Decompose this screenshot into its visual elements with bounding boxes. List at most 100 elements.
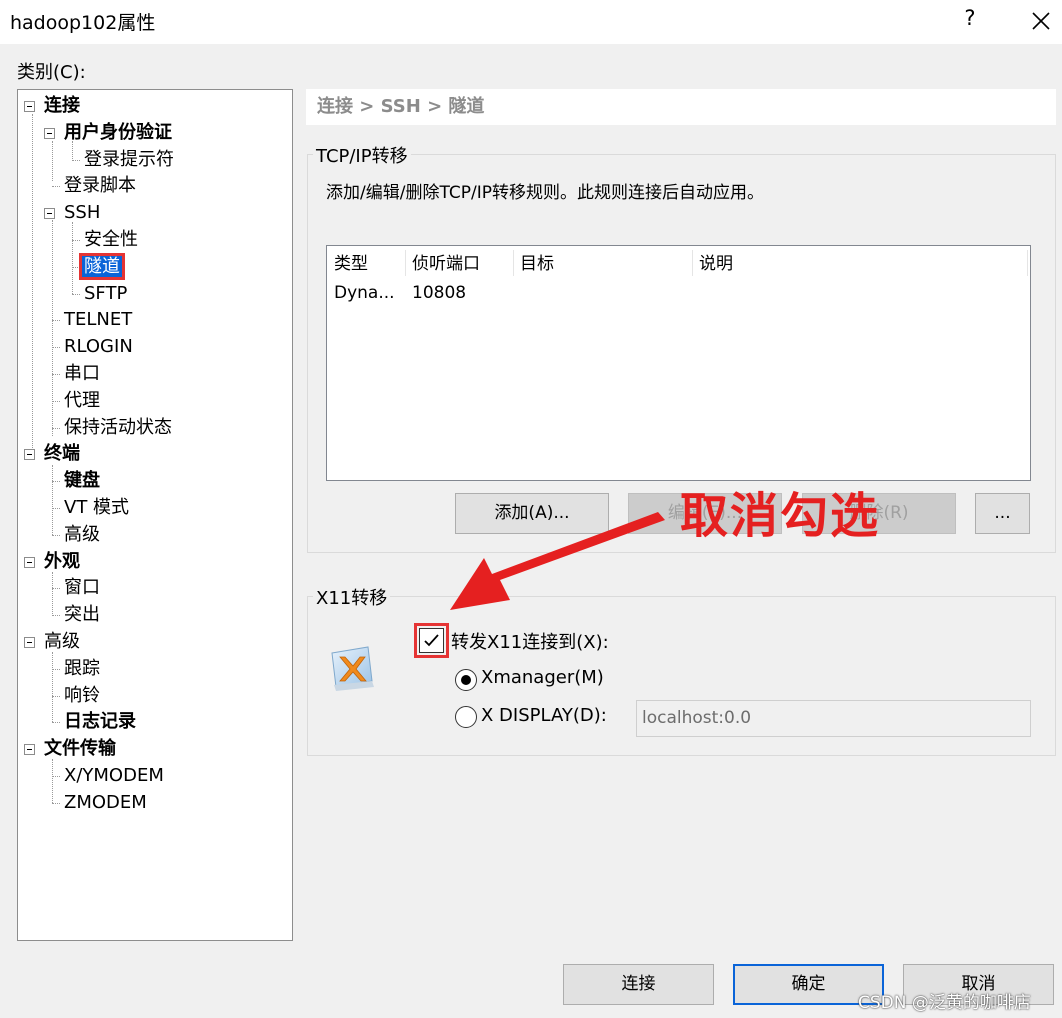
tree-line — [52, 652, 53, 722]
tree-item-label: SFTP — [84, 282, 128, 304]
tree-line — [52, 427, 60, 429]
tree-item-label: 保持活动状态 — [64, 416, 172, 438]
tree-item[interactable]: 用户身份验证 — [62, 120, 174, 146]
tree-item[interactable]: 安全性 — [82, 227, 140, 253]
tree-item-label: 登录提示符 — [84, 148, 174, 170]
tree-collapse-icon[interactable] — [24, 449, 35, 461]
tree-line — [52, 508, 60, 509]
tree-line — [72, 240, 80, 241]
tree-line — [52, 572, 53, 616]
tunnel-rules-list[interactable]: 类型 侦听端口 目标 说明 Dyna... 10808 — [326, 245, 1031, 481]
title-bar: hadoop102属性 ? — [0, 0, 1062, 44]
tree-item-label: 连接 — [44, 95, 80, 116]
tree-item[interactable]: 串口 — [62, 361, 102, 387]
category-label: 类别(C): — [17, 62, 86, 83]
tree-collapse-icon[interactable] — [44, 127, 55, 139]
table-cell-listen-port[interactable]: 10808 — [412, 280, 466, 306]
tree-item-label: 终端 — [44, 443, 80, 465]
tree-collapse-icon[interactable] — [24, 556, 35, 568]
tree-item[interactable]: 登录提示符 — [82, 147, 176, 173]
x11-group-title: X11转移 — [313, 584, 391, 610]
tree-item-label: 键盘 — [64, 470, 100, 492]
tree-item-label: 登录脚本 — [64, 175, 136, 197]
tree-item[interactable]: 保持活动状态 — [62, 415, 174, 441]
tree-item[interactable]: 连接 — [42, 93, 82, 119]
tree-line — [52, 141, 53, 181]
tree-item[interactable]: 终端 — [42, 441, 82, 467]
column-header-listen-port[interactable]: 侦听端口 — [412, 250, 480, 278]
close-icon[interactable] — [1026, 6, 1056, 36]
tree-item-label: 用户身份验证 — [64, 121, 172, 143]
window-title: hadoop102属性 — [10, 12, 156, 34]
tree-line — [52, 534, 60, 536]
tree-item[interactable]: 突出 — [62, 602, 102, 628]
tree-item[interactable]: ZMODEM — [62, 790, 149, 816]
xdisplay-input[interactable]: localhost:0.0 — [636, 700, 1031, 737]
more-button[interactable]: ... — [975, 493, 1030, 534]
tree-item-label: VT 模式 — [64, 497, 130, 518]
tree-line — [52, 186, 60, 188]
tree-item-label: 跟踪 — [64, 657, 100, 679]
tree-collapse-icon[interactable] — [24, 101, 35, 112]
tree-line — [52, 588, 60, 590]
table-cell-type[interactable]: Dyna... — [334, 280, 395, 306]
tree-item-label: 窗口 — [64, 577, 100, 599]
tree-item[interactable]: X/YMODEM — [62, 763, 166, 789]
tree-line — [72, 222, 73, 294]
tree-item-label: 文件传输 — [44, 738, 116, 760]
annotation-arrow — [450, 512, 665, 610]
tree-line — [52, 668, 60, 670]
connect-button[interactable]: 连接 — [563, 964, 714, 1005]
tree-item[interactable]: 跟踪 — [62, 656, 102, 682]
tree-item-label: ZMODEM — [64, 791, 147, 813]
tree-item-label: TELNET — [64, 309, 133, 331]
tree-item[interactable]: 键盘 — [62, 468, 102, 494]
tree-line — [72, 293, 80, 295]
tree-item[interactable]: VT 模式 — [62, 495, 131, 521]
tree-item[interactable]: 登录脚本 — [62, 173, 138, 199]
tcp-description: 添加/编辑/删除TCP/IP转移规则。此规则连接后自动应用。 — [326, 183, 764, 203]
tree-item-label: X/YMODEM — [64, 765, 164, 786]
tree-item[interactable]: 高级 — [42, 629, 82, 655]
tree-line — [52, 374, 60, 375]
tree-item-label: 日志记录 — [64, 711, 136, 733]
tree-item[interactable]: TELNET — [62, 307, 134, 333]
tree-item[interactable]: SSH — [62, 200, 102, 226]
column-divider — [513, 250, 514, 276]
column-header-type[interactable]: 类型 — [334, 250, 368, 278]
tree-item[interactable]: 隧道 — [79, 252, 125, 280]
tree-item-label: 高级 — [44, 631, 80, 652]
tree-collapse-icon[interactable] — [24, 744, 35, 756]
tree-item-label: 串口 — [64, 363, 100, 384]
tree-collapse-icon[interactable] — [44, 208, 55, 220]
tree-item[interactable]: 文件传输 — [42, 736, 118, 762]
column-header-target[interactable]: 目标 — [520, 250, 554, 278]
xmanager-radio[interactable] — [455, 669, 477, 691]
column-divider — [1027, 250, 1028, 276]
tree-item[interactable]: RLOGIN — [62, 334, 135, 360]
tree-item[interactable]: 响铃 — [62, 683, 102, 709]
column-divider — [692, 250, 693, 276]
tree-line — [52, 347, 60, 349]
tree-item-label: 外观 — [44, 550, 80, 572]
xdisplay-radio[interactable] — [455, 706, 477, 728]
tree-collapse-icon[interactable] — [24, 637, 35, 648]
tree-item[interactable]: SFTP — [82, 281, 129, 307]
help-button[interactable]: ? — [958, 6, 982, 30]
category-tree[interactable]: 连接用户身份验证登录提示符登录脚本 SSH 安全性 隧道 SFTP TELNET RLOGI… — [17, 89, 293, 941]
checkbox-highlight-box — [414, 623, 449, 658]
tree-item[interactable]: 外观 — [42, 549, 82, 575]
watermark: CSDN @泛黄的咖啡店 — [858, 993, 1031, 1013]
tree-item-label: 响铃 — [64, 684, 100, 706]
x11-forward-label: 转发X11连接到(X): — [451, 632, 609, 653]
column-header-description[interactable]: 说明 — [699, 250, 733, 278]
tree-item[interactable]: 代理 — [62, 388, 102, 414]
tree-item[interactable]: 高级 — [62, 522, 102, 548]
tree-item[interactable]: 日志记录 — [62, 709, 138, 735]
tree-line — [72, 266, 80, 268]
tree-item[interactable]: 窗口 — [62, 575, 102, 601]
tree-line — [72, 159, 80, 161]
xmanager-radio-label: Xmanager(M) — [481, 667, 604, 688]
tree-line — [52, 722, 60, 724]
tree-line — [52, 481, 60, 483]
